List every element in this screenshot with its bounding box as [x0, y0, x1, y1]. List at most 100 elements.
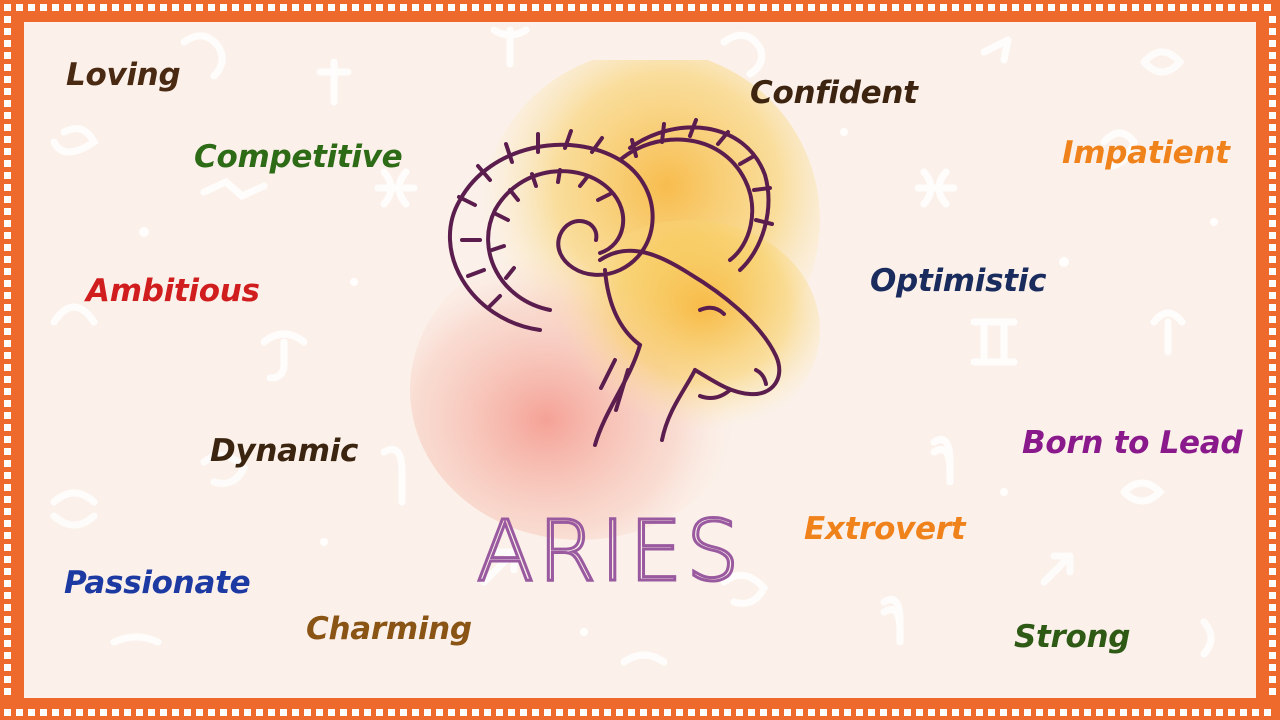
border-dash: [484, 4, 491, 11]
border-dash: [412, 4, 419, 11]
ram-head-icon: ARIES: [410, 60, 820, 600]
border-dash: [76, 4, 83, 11]
border-dash: [376, 709, 383, 716]
border-dash: [940, 4, 947, 11]
border-dash: [1269, 664, 1276, 671]
border-dash: [292, 709, 299, 716]
border-dash: [616, 709, 623, 716]
border-dash: [4, 448, 11, 455]
border-dash: [580, 709, 587, 716]
border-dash: [4, 508, 11, 515]
border-dash: [1269, 652, 1276, 659]
border-dash: [4, 412, 11, 419]
border-dash: [1269, 592, 1276, 599]
border-dash: [316, 4, 323, 11]
border-dash: [820, 4, 827, 11]
border-dash: [76, 709, 83, 716]
border-dash: [844, 709, 851, 716]
border-dash: [1269, 40, 1276, 47]
border-dash: [1024, 4, 1031, 11]
border-dash: [676, 709, 683, 716]
border-dash: [4, 184, 11, 191]
border-dash: [640, 4, 647, 11]
border-dash: [4, 544, 11, 551]
border-dash: [712, 709, 719, 716]
border-dash: [712, 4, 719, 11]
border-dash: [4, 148, 11, 155]
border-dash: [4, 616, 11, 623]
border-dash: [4, 64, 11, 71]
border-dash: [64, 709, 71, 716]
border-dash: [4, 604, 11, 611]
border-dash: [136, 4, 143, 11]
border-dash: [4, 652, 11, 659]
border-dash: [4, 196, 11, 203]
border-dash: [460, 709, 467, 716]
border-dash: [1269, 64, 1276, 71]
border-dash: [640, 709, 647, 716]
border-dash: [928, 4, 935, 11]
border-dash: [1269, 388, 1276, 395]
border-dash: [448, 709, 455, 716]
border-dash: [1269, 304, 1276, 311]
border-dash: [4, 436, 11, 443]
trait-extrovert: Extrovert: [804, 511, 966, 547]
border-dash: [856, 709, 863, 716]
border-dash: [1269, 16, 1276, 23]
border-dash: [988, 709, 995, 716]
border-dash: [4, 532, 11, 539]
border-dash: [688, 709, 695, 716]
border-dash: [220, 4, 227, 11]
border-dash: [1269, 76, 1276, 83]
border-dash: [868, 709, 875, 716]
border-dash: [4, 709, 11, 716]
border-dash: [1269, 496, 1276, 503]
border-dash: [1269, 244, 1276, 251]
border-dash: [1156, 709, 1163, 716]
border-dash: [892, 4, 899, 11]
border-dash: [424, 4, 431, 11]
border-dash: [196, 709, 203, 716]
border-dash: [1216, 4, 1223, 11]
trait-optimistic: Optimistic: [870, 263, 1047, 299]
border-dash: [904, 709, 911, 716]
border-dash: [4, 76, 11, 83]
border-dash: [1096, 709, 1103, 716]
border-dash: [1144, 4, 1151, 11]
border-dash: [28, 4, 35, 11]
trait-passionate: Passionate: [64, 565, 251, 601]
border-dash: [1269, 532, 1276, 539]
border-dash: [4, 316, 11, 323]
border-dash: [112, 4, 119, 11]
border-dash: [700, 709, 707, 716]
border-dash: [328, 4, 335, 11]
border-dash: [616, 4, 623, 11]
border-dash: [1180, 4, 1187, 11]
border-dash: [1269, 352, 1276, 359]
border-dash: [676, 4, 683, 11]
border-dash: [916, 4, 923, 11]
border-dash: [964, 4, 971, 11]
border-dash: [388, 709, 395, 716]
border-dash: [184, 4, 191, 11]
border-dash: [1228, 4, 1235, 11]
border-dash: [580, 4, 587, 11]
border-dash: [148, 4, 155, 11]
border-dash: [1269, 628, 1276, 635]
border-dash: [4, 664, 11, 671]
trait-ambitious: Ambitious: [86, 273, 260, 309]
border-dash: [268, 709, 275, 716]
border-dash: [1228, 709, 1235, 716]
border-dash: [1252, 709, 1259, 716]
border-dash: [4, 160, 11, 167]
border-dash: [568, 4, 575, 11]
border-dash: [340, 709, 347, 716]
border-dash: [1048, 4, 1055, 11]
border-dash: [1269, 184, 1276, 191]
border-dash: [1048, 709, 1055, 716]
border-dash: [4, 52, 11, 59]
border-dash: [340, 4, 347, 11]
border-dash: [1269, 232, 1276, 239]
border-dash: [568, 709, 575, 716]
border-dash: [4, 28, 11, 35]
